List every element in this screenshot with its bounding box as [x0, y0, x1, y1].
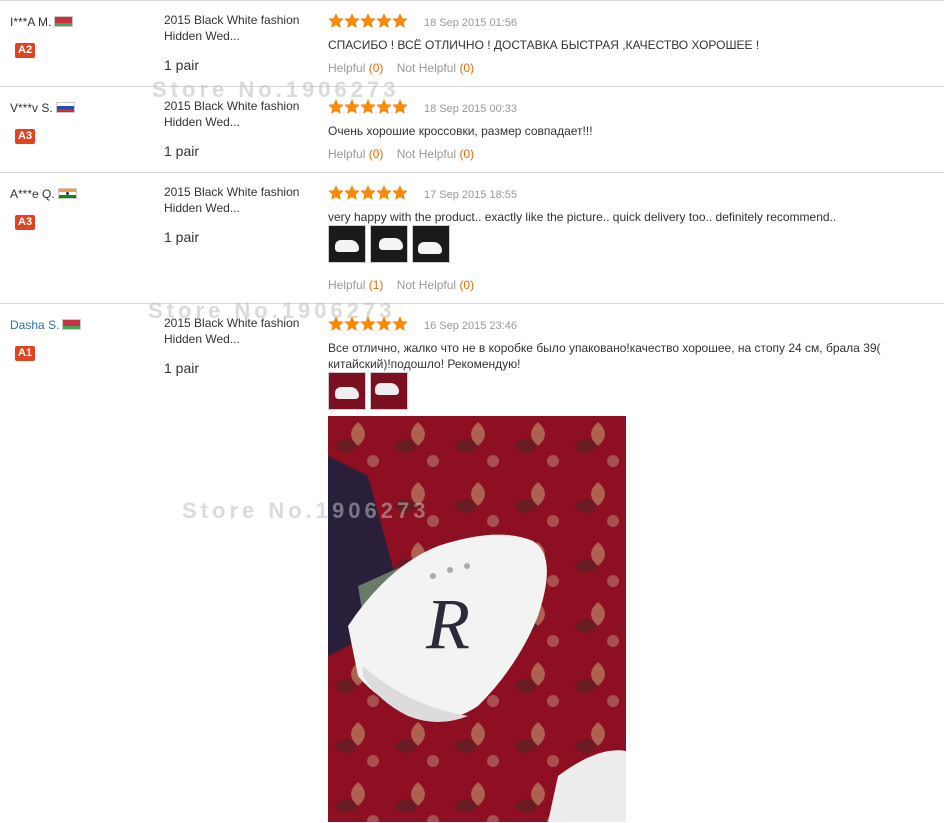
buyer-level-badge: A3	[15, 215, 36, 230]
review-photo-thumbnail[interactable]	[370, 225, 408, 263]
product-name: 2015 Black White fashion Hidden Wed...	[164, 185, 300, 215]
star-icon	[328, 13, 344, 28]
star-icon	[392, 99, 408, 114]
not-helpful-link[interactable]: Not Helpful (0)	[397, 278, 474, 292]
review-photos	[328, 372, 412, 415]
helpful-votes: Helpful (0) Not Helpful (0)	[328, 61, 474, 75]
review-photo-thumbnail[interactable]	[328, 372, 366, 410]
review-comment: СПАСИБО ! ВСЁ ОТЛИЧНО ! ДОСТАВКА БЫСТРАЯ…	[328, 38, 760, 52]
star-icon	[360, 13, 376, 28]
star-icon	[360, 316, 376, 331]
buyer-name-text: A***e Q.	[10, 187, 55, 201]
buyer-level-badge: A1	[15, 346, 36, 361]
quantity: 1 pair	[164, 57, 200, 73]
helpful-votes: Helpful (0) Not Helpful (0)	[328, 147, 474, 161]
rating-stars	[328, 185, 408, 203]
buyer-name: V***v S.	[10, 101, 75, 115]
product-name: 2015 Black White fashion Hidden Wed...	[164, 316, 300, 346]
star-icon	[376, 13, 392, 28]
star-icon	[344, 13, 360, 28]
quantity: 1 pair	[164, 229, 200, 245]
helpful-link[interactable]: Helpful (0)	[328, 147, 383, 161]
review-date: 16 Sep 2015 23:46	[424, 320, 517, 332]
star-icon	[328, 185, 344, 200]
review-date: 18 Sep 2015 00:33	[424, 103, 517, 115]
rating-stars	[328, 13, 408, 31]
star-icon	[344, 185, 360, 200]
rating-stars	[328, 99, 408, 117]
star-icon	[376, 185, 392, 200]
shoe-photo-image: R	[328, 416, 626, 822]
review-photo-thumbnail[interactable]	[328, 225, 366, 263]
review-comment: Очень хорошие кроссовки, размер совпадае…	[328, 124, 593, 138]
flag-india-icon	[57, 188, 77, 199]
buyer-name: A***e Q.	[10, 187, 77, 201]
buyer-name-text: V***v S.	[10, 101, 53, 115]
review-photos	[328, 225, 454, 268]
star-icon	[360, 99, 376, 114]
not-helpful-link[interactable]: Not Helpful (0)	[397, 61, 474, 75]
helpful-votes: Helpful (1) Not Helpful (0)	[328, 278, 474, 292]
quantity: 1 pair	[164, 143, 200, 159]
review-item: V***v S. A3 2015 Black White fashion Hid…	[0, 86, 944, 173]
rating-stars	[328, 316, 408, 334]
product-name: 2015 Black White fashion Hidden Wed...	[164, 99, 300, 129]
not-helpful-link[interactable]: Not Helpful (0)	[397, 147, 474, 161]
star-icon	[376, 316, 392, 331]
flag-russia-icon	[55, 102, 75, 113]
enlarged-review-photo[interactable]: R	[328, 416, 626, 822]
star-icon	[328, 316, 344, 331]
review-date: 17 Sep 2015 18:55	[424, 189, 517, 201]
review-comment: Все отлично, жалко что не в коробке было…	[328, 341, 881, 371]
star-icon	[392, 316, 408, 331]
flag-belarus-icon	[54, 16, 74, 27]
star-icon	[344, 316, 360, 331]
helpful-link[interactable]: Helpful (0)	[328, 61, 383, 75]
buyer-name-link[interactable]: Dasha S.	[10, 318, 59, 332]
buyer-level-badge: A2	[15, 43, 36, 58]
product-name: 2015 Black White fashion Hidden Wed...	[164, 13, 300, 43]
review-item: I***A M. A2 2015 Black White fashion Hid…	[0, 0, 944, 87]
quantity: 1 pair	[164, 360, 200, 376]
review-item: A***e Q. A3 2015 Black White fashion Hid…	[0, 172, 944, 304]
star-icon	[376, 99, 392, 114]
star-icon	[344, 99, 360, 114]
review-date: 18 Sep 2015 01:56	[424, 17, 517, 29]
svg-text:R: R	[425, 584, 470, 664]
star-icon	[392, 185, 408, 200]
flag-belarus-icon	[62, 319, 82, 330]
helpful-link[interactable]: Helpful (1)	[328, 278, 383, 292]
review-photo-thumbnail[interactable]	[370, 372, 408, 410]
star-icon	[392, 13, 408, 28]
review-comment: very happy with the product.. exactly li…	[328, 210, 837, 224]
buyer-level-badge: A3	[15, 129, 36, 144]
buyer-name-text: I***A M.	[10, 15, 52, 29]
star-icon	[328, 99, 344, 114]
buyer-name[interactable]: Dasha S.	[10, 318, 82, 332]
review-photo-thumbnail[interactable]	[412, 225, 450, 263]
buyer-name: I***A M.	[10, 15, 74, 29]
star-icon	[360, 185, 376, 200]
